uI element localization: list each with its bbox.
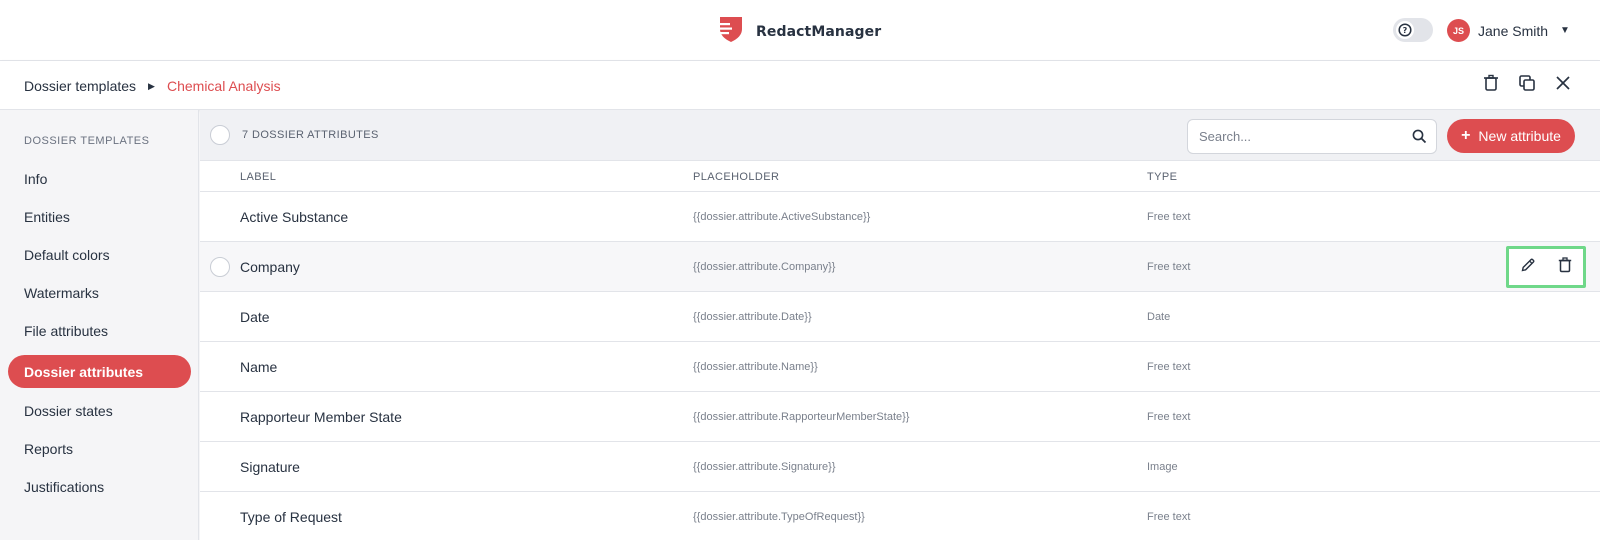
new-attribute-label: New attribute bbox=[1478, 128, 1561, 144]
top-bar: RedactManager ? JS Jane Smith ▼ bbox=[0, 0, 1600, 61]
row-label: Name bbox=[240, 359, 278, 375]
row-placeholder: {{dossier.attribute.TypeOfRequest}} bbox=[693, 511, 865, 523]
row-type: Free text bbox=[1147, 511, 1191, 523]
search-icon[interactable] bbox=[1412, 129, 1427, 149]
row-type: Free text bbox=[1147, 261, 1191, 273]
trash-icon bbox=[1483, 74, 1499, 97]
breadcrumb: Dossier templates ▶ Chemical Analysis bbox=[24, 78, 281, 94]
close-icon bbox=[1555, 75, 1571, 96]
row-type: Free text bbox=[1147, 361, 1191, 373]
select-all-checkbox[interactable] bbox=[210, 125, 230, 145]
sidebar-item-dossier-attributes[interactable]: Dossier attributes bbox=[8, 355, 191, 388]
copy-icon bbox=[1518, 74, 1536, 97]
table-toolbar: 7 DOSSIER ATTRIBUTES + New attribute bbox=[200, 110, 1600, 161]
search-box bbox=[1187, 119, 1437, 154]
clone-template-button[interactable] bbox=[1516, 74, 1538, 96]
avatar: JS bbox=[1447, 19, 1470, 42]
table-row[interactable]: Type of Request {{dossier.attribute.Type… bbox=[200, 492, 1600, 540]
attributes-table: 7 DOSSIER ATTRIBUTES + New attribute LAB… bbox=[200, 110, 1600, 540]
close-button[interactable] bbox=[1552, 74, 1574, 96]
row-label: Date bbox=[240, 309, 270, 325]
row-type: Image bbox=[1147, 461, 1178, 473]
user-menu[interactable]: JS Jane Smith ▼ bbox=[1447, 19, 1570, 42]
attribute-count: 7 DOSSIER ATTRIBUTES bbox=[242, 129, 379, 141]
sidebar-item-justifications[interactable]: Justifications bbox=[8, 470, 191, 503]
template-actions bbox=[1480, 74, 1574, 96]
redact-shield-icon bbox=[716, 15, 746, 48]
help-mode-toggle[interactable]: ? bbox=[1393, 18, 1433, 42]
svg-text:?: ? bbox=[1403, 26, 1408, 35]
new-attribute-button[interactable]: + New attribute bbox=[1447, 119, 1575, 153]
sidebar: DOSSIER TEMPLATES Info Entities Default … bbox=[0, 110, 199, 540]
row-label: Signature bbox=[240, 459, 300, 475]
row-placeholder: {{dossier.attribute.Name}} bbox=[693, 361, 818, 373]
row-type: Free text bbox=[1147, 411, 1191, 423]
table-row[interactable]: Name {{dossier.attribute.Name}} Free tex… bbox=[200, 342, 1600, 392]
plus-icon: + bbox=[1461, 127, 1471, 144]
row-label: Company bbox=[240, 259, 300, 275]
sidebar-item-watermarks[interactable]: Watermarks bbox=[8, 276, 191, 309]
help-icon: ? bbox=[1396, 21, 1414, 39]
row-actions bbox=[1506, 246, 1586, 288]
user-name: Jane Smith bbox=[1478, 22, 1549, 39]
pencil-icon bbox=[1520, 258, 1536, 277]
caret-down-icon: ▼ bbox=[1560, 25, 1570, 36]
row-type: Date bbox=[1147, 311, 1171, 323]
row-label: Rapporteur Member State bbox=[240, 409, 402, 425]
breadcrumb-root[interactable]: Dossier templates bbox=[24, 78, 136, 94]
column-header-placeholder[interactable]: PLACEHOLDER bbox=[693, 171, 779, 183]
breadcrumb-bar: Dossier templates ▶ Chemical Analysis bbox=[0, 61, 1600, 110]
breadcrumb-current[interactable]: Chemical Analysis bbox=[167, 78, 281, 94]
app-name: RedactManager bbox=[756, 23, 882, 40]
app-logo[interactable]: RedactManager bbox=[716, 15, 881, 48]
sidebar-title: DOSSIER TEMPLATES bbox=[24, 135, 150, 147]
row-checkbox[interactable] bbox=[210, 257, 230, 277]
row-placeholder: {{dossier.attribute.Company}} bbox=[693, 261, 836, 273]
trash-icon bbox=[1558, 256, 1572, 277]
delete-template-button[interactable] bbox=[1480, 74, 1502, 96]
table-row[interactable]: Signature {{dossier.attribute.Signature}… bbox=[200, 442, 1600, 492]
table-row[interactable]: Rapporteur Member State {{dossier.attrib… bbox=[200, 392, 1600, 442]
table-row[interactable]: Active Substance {{dossier.attribute.Act… bbox=[200, 192, 1600, 242]
sidebar-item-default-colors[interactable]: Default colors bbox=[8, 238, 191, 271]
column-header-type[interactable]: TYPE bbox=[1147, 171, 1177, 183]
column-headers: LABEL PLACEHOLDER TYPE bbox=[200, 161, 1600, 192]
row-placeholder: {{dossier.attribute.Signature}} bbox=[693, 461, 836, 473]
table-row[interactable]: Company {{dossier.attribute.Company}} Fr… bbox=[200, 242, 1600, 292]
table-row[interactable]: Date {{dossier.attribute.Date}} Date bbox=[200, 292, 1600, 342]
row-placeholder: {{dossier.attribute.ActiveSubstance}} bbox=[693, 211, 871, 223]
sidebar-item-dossier-states[interactable]: Dossier states bbox=[8, 394, 191, 427]
edit-attribute-button[interactable] bbox=[1520, 257, 1536, 278]
row-placeholder: {{dossier.attribute.Date}} bbox=[693, 311, 812, 323]
sidebar-item-entities[interactable]: Entities bbox=[8, 200, 191, 233]
row-label: Active Substance bbox=[240, 209, 349, 225]
row-label: Type of Request bbox=[240, 509, 342, 525]
caret-right-icon: ▶ bbox=[148, 80, 155, 91]
sidebar-item-info[interactable]: Info bbox=[8, 162, 191, 195]
delete-attribute-button[interactable] bbox=[1558, 256, 1572, 278]
row-placeholder: {{dossier.attribute.RapporteurMemberStat… bbox=[693, 411, 910, 423]
sidebar-item-reports[interactable]: Reports bbox=[8, 432, 191, 465]
row-type: Free text bbox=[1147, 211, 1191, 223]
search-input[interactable] bbox=[1188, 120, 1398, 153]
column-header-label[interactable]: LABEL bbox=[240, 171, 276, 183]
sidebar-item-file-attributes[interactable]: File attributes bbox=[8, 314, 191, 347]
